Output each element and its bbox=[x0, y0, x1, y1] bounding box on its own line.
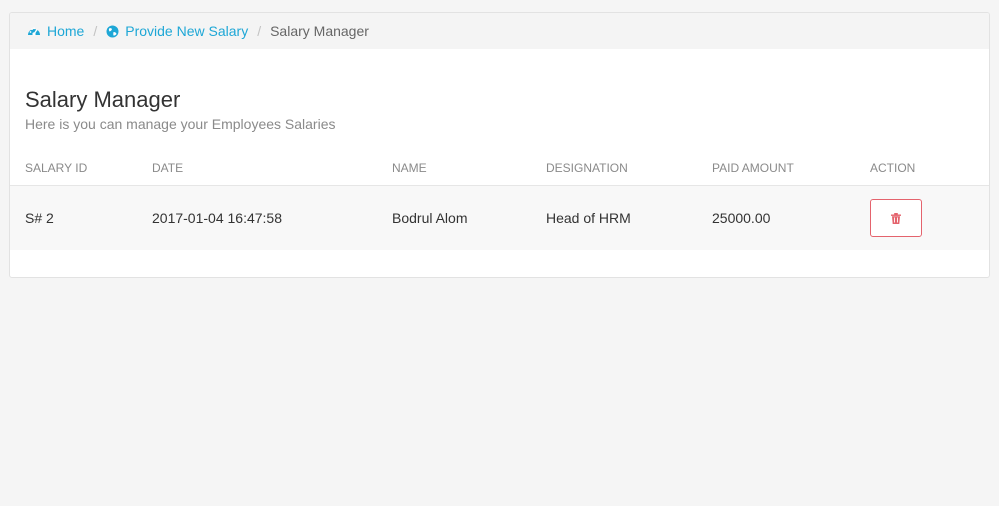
breadcrumb-current: Salary Manager bbox=[270, 23, 369, 39]
salary-manager-card: Home / Provide New Salary / Salary Manag… bbox=[9, 12, 990, 278]
breadcrumb-provide-label[interactable]: Provide New Salary bbox=[125, 23, 248, 39]
table-row: S# 2 2017-01-04 16:47:58 Bodrul Alom Hea… bbox=[10, 185, 989, 250]
page-header: Salary Manager Here is you can manage yo… bbox=[10, 49, 989, 132]
globe-icon bbox=[106, 25, 119, 37]
column-header-name: NAME bbox=[392, 151, 546, 186]
column-header-paid-amount: PAID AMOUNT bbox=[712, 151, 870, 186]
dashboard-icon bbox=[28, 27, 40, 36]
column-header-date: DATE bbox=[152, 151, 392, 186]
breadcrumb-separator: / bbox=[257, 23, 262, 39]
column-header-action: ACTION bbox=[870, 151, 989, 186]
salary-table: SALARY ID DATE NAME DESIGNATION PAID AMO… bbox=[10, 151, 989, 250]
cell-action bbox=[870, 185, 989, 250]
cell-paid-amount: 25000.00 bbox=[712, 185, 870, 250]
column-header-salary-id: SALARY ID bbox=[10, 151, 152, 186]
page-subtitle: Here is you can manage your Employees Sa… bbox=[25, 116, 336, 132]
cell-date: 2017-01-04 16:47:58 bbox=[152, 185, 392, 250]
breadcrumb-home[interactable]: Home bbox=[27, 23, 84, 39]
table-header-row: SALARY ID DATE NAME DESIGNATION PAID AMO… bbox=[10, 151, 989, 186]
breadcrumb-home-label[interactable]: Home bbox=[47, 23, 84, 39]
breadcrumb: Home / Provide New Salary / Salary Manag… bbox=[10, 13, 989, 49]
cell-salary-id: S# 2 bbox=[10, 185, 152, 250]
breadcrumb-provide-new-salary[interactable]: Provide New Salary bbox=[106, 23, 248, 39]
trash-icon bbox=[891, 212, 901, 224]
delete-button[interactable] bbox=[870, 199, 922, 237]
cell-designation: Head of HRM bbox=[546, 185, 712, 250]
page-title: Salary Manager bbox=[25, 87, 181, 112]
column-header-designation: DESIGNATION bbox=[546, 151, 712, 186]
breadcrumb-separator: / bbox=[93, 23, 98, 39]
cell-name: Bodrul Alom bbox=[392, 185, 546, 250]
